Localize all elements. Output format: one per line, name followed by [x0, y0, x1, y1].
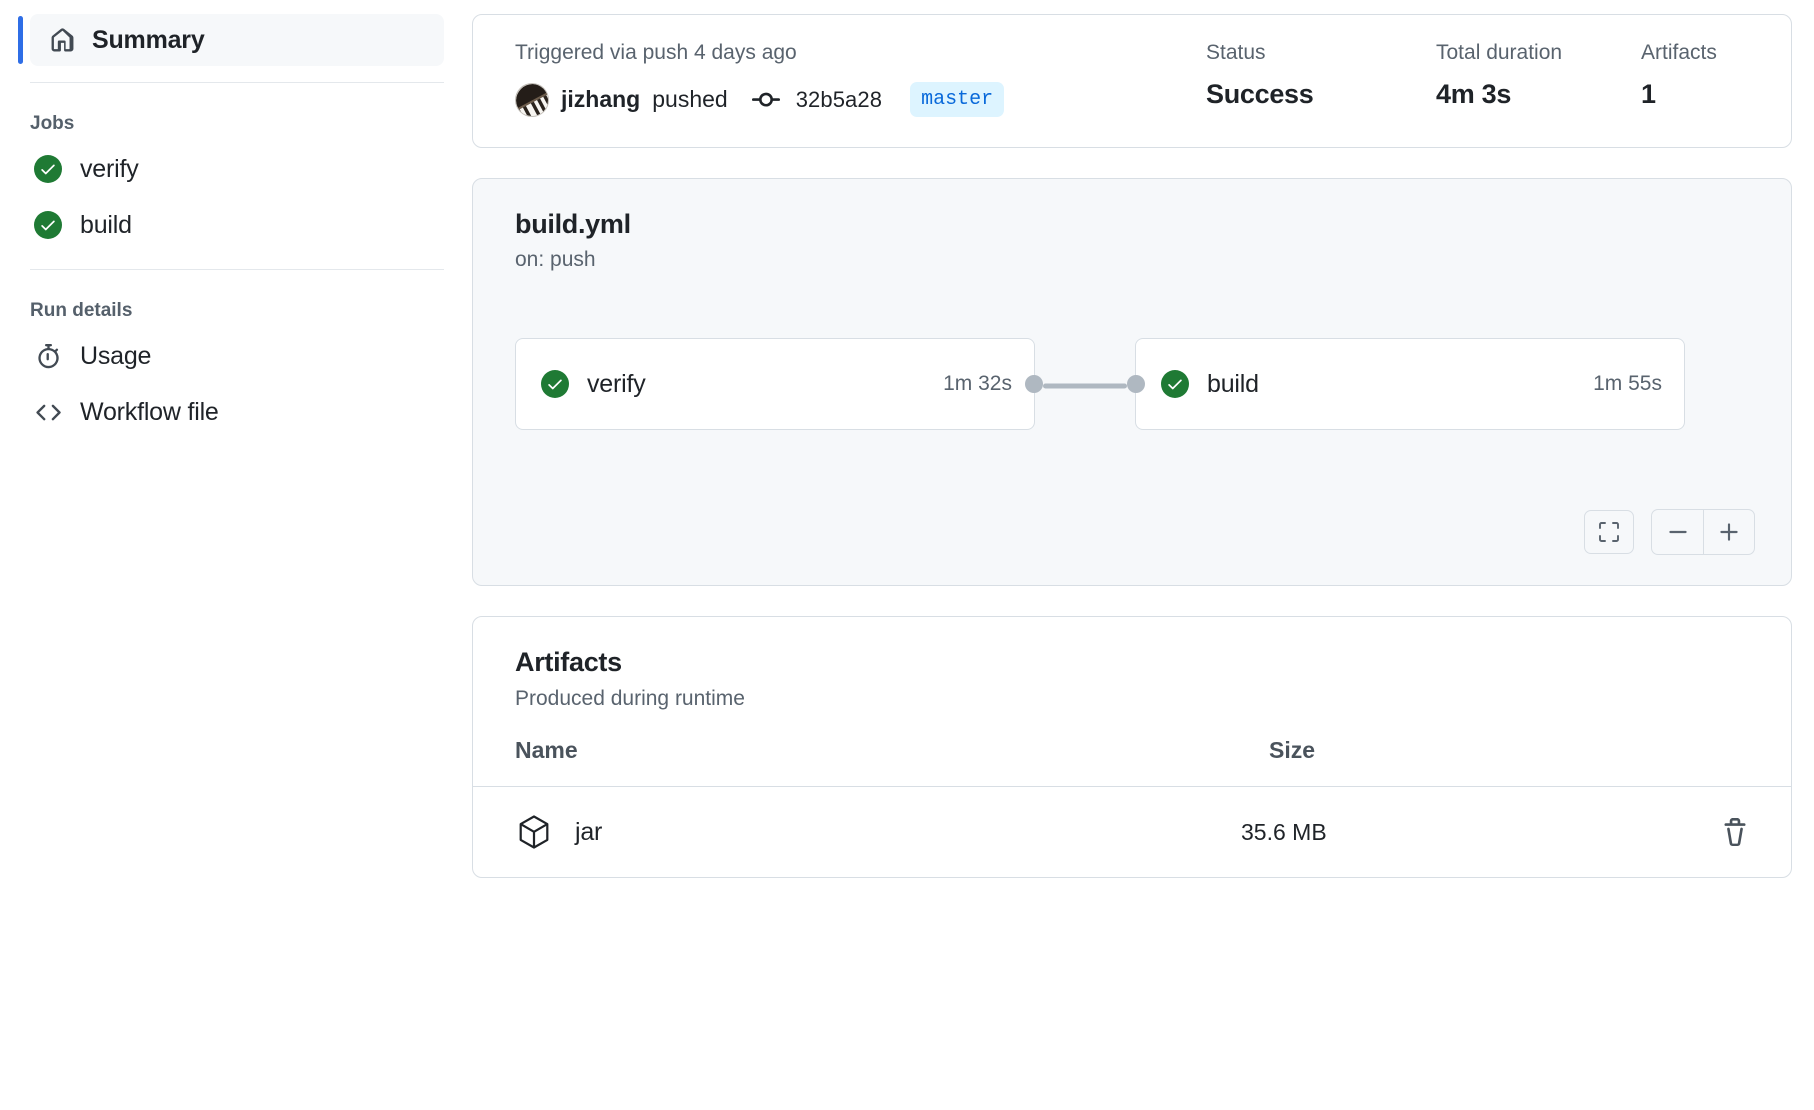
trigger-text: Triggered via push 4 days ago	[515, 41, 1206, 65]
graph-node-name: build	[1207, 370, 1259, 399]
node-connector-dot	[1025, 375, 1043, 393]
sidebar-summary-label: Summary	[92, 26, 205, 55]
success-check-icon	[541, 370, 569, 398]
pusher-name[interactable]: jizhang	[561, 86, 640, 113]
column-header-name: Name	[515, 737, 1269, 764]
artifacts-table-header: Name Size	[473, 737, 1791, 787]
artifact-name[interactable]: jar	[575, 818, 1241, 847]
success-check-icon	[34, 211, 62, 239]
artifacts-count-label: Artifacts	[1641, 41, 1751, 65]
status-label: Status	[1206, 41, 1426, 65]
zoom-in-button[interactable]	[1703, 510, 1754, 554]
graph-node-name: verify	[587, 370, 646, 399]
minus-icon	[1665, 519, 1691, 545]
graph-node-duration: 1m 32s	[943, 372, 1012, 396]
artifacts-header: Artifacts Produced during runtime	[473, 617, 1791, 737]
sidebar: Summary Jobs verify build Run details Us…	[0, 0, 472, 1110]
commit-icon	[752, 86, 780, 114]
home-icon	[48, 28, 76, 53]
graph-node-duration: 1m 55s	[1593, 372, 1662, 396]
status-stat: Status Success	[1206, 41, 1436, 110]
graph-controls	[1584, 509, 1755, 555]
column-header-size: Size	[1269, 737, 1749, 764]
trash-icon	[1721, 818, 1749, 846]
commit-sha[interactable]: 32b5a28	[796, 87, 882, 113]
table-row[interactable]: jar 35.6 MB	[473, 787, 1791, 877]
sidebar-item-usage[interactable]: Usage	[18, 328, 472, 384]
plus-icon	[1716, 519, 1742, 545]
sidebar-job-label: build	[80, 211, 132, 240]
sidebar-item-workflow-file[interactable]: Workflow file	[18, 384, 472, 440]
sidebar-item-job-verify[interactable]: verify	[18, 141, 472, 197]
sidebar-usage-label: Usage	[80, 342, 151, 371]
graph-canvas: verify 1m 32s build 1m 55s	[515, 338, 1755, 434]
graph-node-verify[interactable]: verify 1m 32s	[515, 338, 1035, 430]
sidebar-item-summary[interactable]: Summary	[30, 14, 444, 66]
pusher-line: jizhang pushed 32b5a28 master	[515, 82, 1206, 117]
run-header-card: Triggered via push 4 days ago	[472, 14, 1792, 148]
artifacts-subtitle: Produced during runtime	[515, 687, 1749, 711]
success-check-icon	[34, 155, 62, 183]
branch-badge[interactable]: master	[910, 82, 1004, 117]
duration-stat: Total duration 4m 3s	[1436, 41, 1641, 110]
duration-label: Total duration	[1436, 41, 1631, 65]
fit-to-screen-icon	[1597, 520, 1621, 544]
sidebar-workflow-file-label: Workflow file	[80, 398, 219, 427]
sidebar-job-label: verify	[80, 155, 139, 184]
stopwatch-icon	[34, 344, 62, 369]
zoom-control-group	[1651, 509, 1755, 555]
package-icon	[515, 813, 559, 851]
pushed-word: pushed	[652, 86, 727, 113]
artifact-size: 35.6 MB	[1241, 819, 1721, 846]
zoom-out-button[interactable]	[1652, 510, 1703, 554]
sidebar-run-details-heading: Run details	[18, 270, 472, 328]
artifacts-title: Artifacts	[515, 647, 1749, 678]
avatar[interactable]	[515, 83, 549, 117]
workflow-graph-card: build.yml on: push verify 1m 32s	[472, 178, 1792, 586]
delete-artifact-button[interactable]	[1721, 818, 1749, 846]
fit-to-screen-button[interactable]	[1584, 510, 1634, 554]
graph-node-build[interactable]: build 1m 55s	[1135, 338, 1685, 430]
file-code-icon	[34, 400, 62, 425]
main-content: Triggered via push 4 days ago	[472, 0, 1814, 1110]
workflow-trigger-event: on: push	[515, 248, 1755, 272]
artifacts-stat: Artifacts 1	[1641, 41, 1761, 110]
artifacts-card: Artifacts Produced during runtime Name S…	[472, 616, 1792, 878]
node-connector-dot	[1127, 375, 1145, 393]
artifacts-count-value: 1	[1641, 79, 1751, 110]
status-value: Success	[1206, 79, 1426, 110]
success-check-icon	[1161, 370, 1189, 398]
sidebar-item-job-build[interactable]: build	[18, 197, 472, 253]
graph-edge	[1043, 384, 1127, 389]
workflow-file-name: build.yml	[515, 209, 1755, 240]
sidebar-jobs-heading: Jobs	[18, 83, 472, 141]
workflow-run-page: Summary Jobs verify build Run details Us…	[0, 0, 1814, 1110]
duration-value: 4m 3s	[1436, 79, 1631, 110]
run-trigger-block: Triggered via push 4 days ago	[515, 41, 1206, 117]
